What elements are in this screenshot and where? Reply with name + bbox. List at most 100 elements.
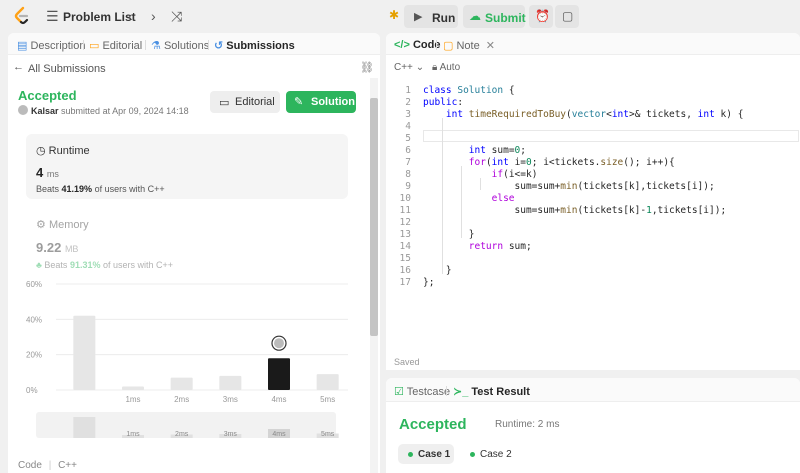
scroll-thumb[interactable]	[370, 98, 378, 336]
list-icon[interactable]: ☰	[46, 8, 59, 24]
line-code: return sum;	[468, 241, 532, 252]
line-number: 9	[405, 181, 411, 192]
line-code: for(int i=0; i<tickets.size(); i++){	[468, 157, 675, 168]
tab-divider	[83, 40, 84, 50]
case-2-button[interactable]: Case 2	[460, 444, 516, 464]
line-code: if(i<=k)	[491, 169, 538, 180]
line-code: else	[491, 193, 515, 204]
chart-svg: 60% 40% 20% 0% 1ms 2ms 3ms 4ms 5ms 1ms 2ms 3ms 4ms 5m…	[26, 280, 348, 438]
tab-submissions[interactable]: ↺ Submissions	[214, 39, 295, 52]
submission-user[interactable]: Kalsar	[31, 106, 59, 116]
arrow-left-icon[interactable]: ←	[13, 61, 24, 73]
tab-description[interactable]: ▤ Description	[17, 39, 86, 52]
history-icon: ↺	[214, 40, 224, 52]
book-icon: ▭	[219, 97, 230, 109]
line-number: 1	[405, 85, 411, 96]
all-submissions-link[interactable]: All Submissions	[28, 63, 106, 75]
leetcode-logo-icon[interactable]	[12, 6, 32, 26]
code-line[interactable]: 17};	[386, 277, 800, 289]
tab-test-result[interactable]: ≻_ Test Result	[453, 385, 530, 398]
code-line[interactable]: 11 sum=sum+min(tickets[k]-1,tickets[i]);	[386, 205, 800, 217]
code-line[interactable]: 9 sum=sum+min(tickets[k],tickets[i]);	[386, 181, 800, 193]
tab-divider	[436, 40, 437, 50]
code-line[interactable]: 13 }	[386, 229, 800, 241]
editorial-button[interactable]: ▭ Editorial	[210, 91, 280, 113]
code-line[interactable]: 7 for(int i=0; i<tickets.size(); i++){	[386, 157, 800, 169]
mode-select[interactable]: 🔒︎ Auto	[432, 62, 460, 73]
code-line[interactable]: 4	[386, 121, 800, 133]
code-line[interactable]: 1 class Solution {	[386, 85, 800, 97]
link-icon[interactable]: ⛓	[360, 61, 374, 74]
x-tick-label: 3ms	[223, 395, 238, 404]
submit-button[interactable]: ☁ Submit	[463, 5, 526, 28]
submission-meta: Kalsar submitted at Apr 09, 2024 14:18	[31, 106, 189, 116]
code-line[interactable]: 8 if(i<=k)	[386, 169, 800, 181]
line-number: 10	[399, 193, 411, 204]
memory-card[interactable]: ⚙ Memory 9.22 MB ♣ Beats 91.31% of users…	[26, 208, 348, 270]
overview-label: 4ms	[272, 431, 286, 438]
close-icon[interactable]: ✕	[486, 40, 495, 52]
avatar[interactable]	[18, 105, 28, 115]
chevron-left-icon[interactable]: ‹	[128, 8, 133, 24]
case-1-button[interactable]: Case 1	[398, 444, 454, 464]
runtime-card[interactable]: ◷ Runtime 4 ms Beats 41.19% of users wit…	[26, 134, 348, 199]
notes-button[interactable]: ▢	[555, 5, 579, 28]
language-row: C++ ⌄ 🔒︎ Auto	[386, 58, 800, 78]
run-button[interactable]: ▶ Run	[404, 5, 458, 28]
line-number: 11	[399, 205, 411, 216]
tab-code[interactable]: </> Code	[394, 39, 440, 51]
tab-testcase[interactable]: ☑ Testcase	[394, 385, 450, 398]
scrollbar[interactable]	[370, 78, 378, 473]
overview-label: 3ms	[224, 431, 238, 438]
line-number: 13	[399, 229, 411, 240]
memory-title: ⚙ Memory	[36, 219, 89, 231]
code-footer: Code | C++	[18, 460, 77, 471]
tab-solutions[interactable]: ⚗ Solutions	[151, 39, 209, 52]
language-select[interactable]: C++ ⌄	[394, 62, 424, 73]
code-line[interactable]: 5	[386, 133, 800, 145]
shuffle-icon[interactable]: ⤨	[171, 8, 182, 24]
code-line[interactable]: 15	[386, 253, 800, 265]
submission-status: Accepted	[18, 88, 77, 103]
line-number: 15	[399, 253, 411, 264]
code-line[interactable]: 3 int timeRequiredToBuy(vector<int>& tic…	[386, 109, 800, 121]
code-line[interactable]: 16 }	[386, 265, 800, 277]
y-tick-label: 20%	[26, 351, 42, 360]
y-tick-label: 40%	[26, 315, 42, 324]
line-number: 12	[399, 217, 411, 228]
code-line[interactable]: 12	[386, 217, 800, 229]
code-line[interactable]: 10 else	[386, 193, 800, 205]
problem-list-link[interactable]: Problem List	[63, 10, 136, 24]
tab-note[interactable]: ▢ Note ✕	[443, 39, 495, 52]
code-line[interactable]: 6 int sum=0;	[386, 145, 800, 157]
chevron-right-icon[interactable]: ›	[151, 8, 156, 24]
top-bar: ☰ Problem List ‹ › ⤨ ✱ ▶ Run ☁ Submit ⏰ …	[0, 0, 800, 33]
overview-label: 5ms	[321, 431, 335, 438]
line-number: 2	[405, 97, 411, 108]
tab-editorial[interactable]: ▭ Editorial	[89, 39, 142, 52]
submission-detail: Accepted Kalsar submitted at Apr 09, 202…	[8, 78, 368, 473]
line-code: class Solution {	[423, 85, 515, 96]
alarm-clock-icon: ⏰	[535, 9, 550, 23]
bug-icon: ✱	[389, 8, 400, 22]
edit-icon: ✎	[294, 96, 304, 108]
overview-label: 2ms	[175, 431, 189, 438]
solution-button[interactable]: ✎ Solution	[286, 91, 356, 113]
chevron-down-icon: ⌄	[415, 62, 425, 73]
book-icon: ▭	[89, 40, 100, 52]
pass-dot	[408, 451, 413, 457]
note-icon: ▢	[443, 40, 454, 52]
x-tick-label: 5ms	[320, 395, 335, 404]
code-line[interactable]: 14 return sum;	[386, 241, 800, 253]
line-code: sum=sum+min(tickets[k]-1,tickets[i]);	[423, 205, 727, 216]
code-area[interactable]: 1 class Solution {2 public: 3 int timeRequi…	[386, 85, 800, 345]
code-editor-panel: </> Code ▢ Note ✕ C++ ⌄ 🔒︎ Auto 1 class S…	[386, 33, 800, 370]
line-number: 5	[405, 133, 411, 144]
line-number: 4	[405, 121, 411, 132]
tab-divider	[208, 40, 209, 50]
code-line[interactable]: 2 public:	[386, 97, 800, 109]
runtime-title: ◷ Runtime	[36, 145, 90, 157]
chart-bar	[122, 386, 144, 390]
timer-button[interactable]: ⏰	[529, 5, 553, 28]
runtime-beats: Beats 41.19% of users with C++	[36, 184, 165, 194]
